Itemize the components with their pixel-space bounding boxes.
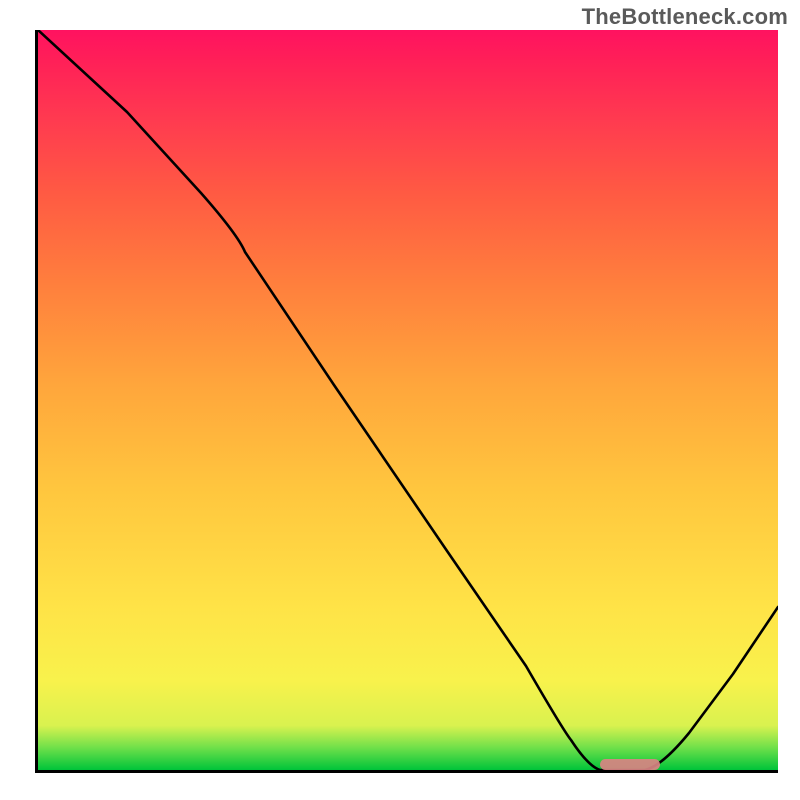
optimal-marker	[600, 759, 660, 770]
x-axis	[35, 770, 778, 773]
curve-path	[38, 30, 778, 770]
chart-root: TheBottleneck.com	[0, 0, 800, 800]
y-axis	[35, 30, 38, 773]
plot-area	[38, 30, 778, 770]
bottleneck-curve	[38, 30, 778, 770]
watermark-text: TheBottleneck.com	[582, 4, 788, 30]
